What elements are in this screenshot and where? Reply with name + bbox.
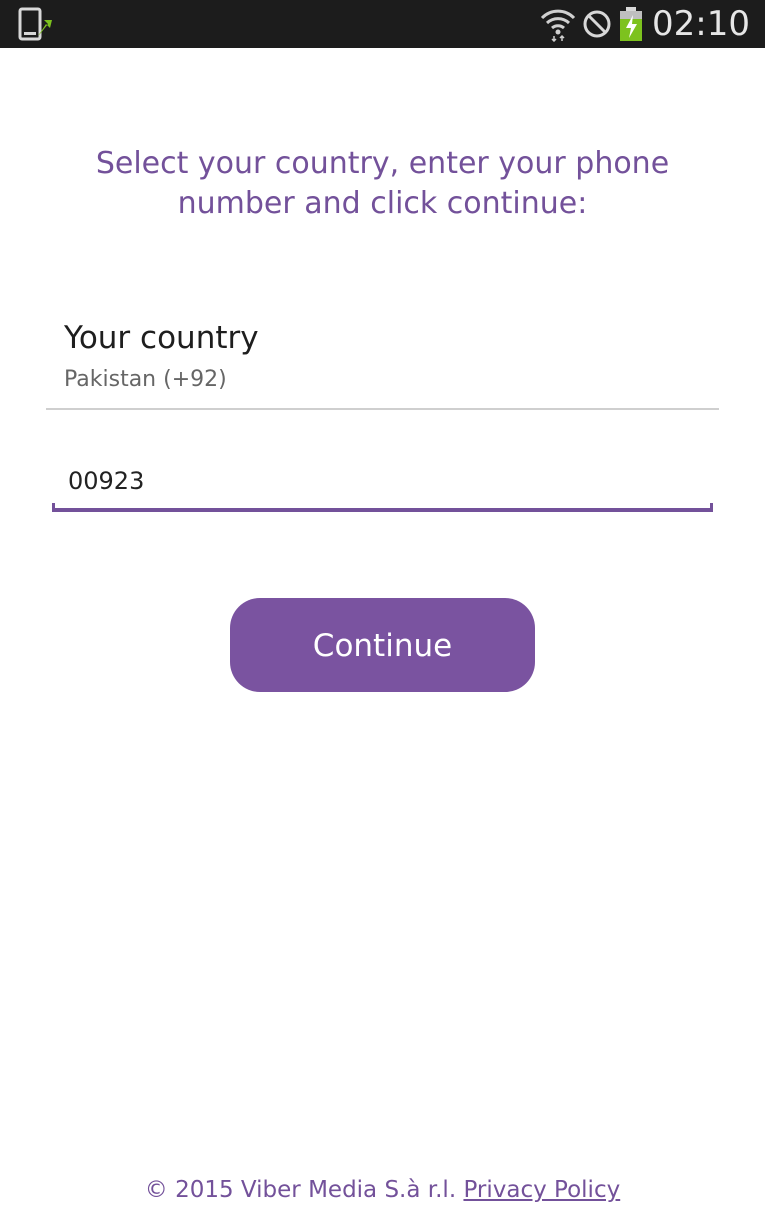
phone-update-icon <box>18 7 52 41</box>
phone-input-underline-left-cap <box>52 503 55 511</box>
privacy-policy-link[interactable]: Privacy Policy <box>463 1177 620 1203</box>
battery-charging-icon <box>620 7 642 41</box>
country-value: Pakistan (+92) <box>64 367 227 392</box>
continue-button[interactable]: Continue <box>230 598 535 692</box>
country-selector[interactable]: Your country Pakistan (+92) <box>46 310 719 410</box>
do-not-disturb-icon <box>583 10 611 38</box>
phone-input-underline <box>52 508 713 512</box>
divider <box>46 408 719 410</box>
phone-input-underline-right-cap <box>710 503 713 511</box>
phone-number-input[interactable] <box>52 455 712 507</box>
country-label: Your country <box>64 320 259 356</box>
instruction-text: Select your country, enter your phone nu… <box>95 146 670 221</box>
status-time: 02:10 <box>652 4 750 44</box>
footer: © 2015 Viber Media S.à r.l. Privacy Poli… <box>0 1172 765 1208</box>
status-bar: 02:10 <box>0 0 765 48</box>
wifi-icon <box>540 9 576 42</box>
copyright-text: © 2015 Viber Media S.à r.l. <box>144 1177 457 1203</box>
